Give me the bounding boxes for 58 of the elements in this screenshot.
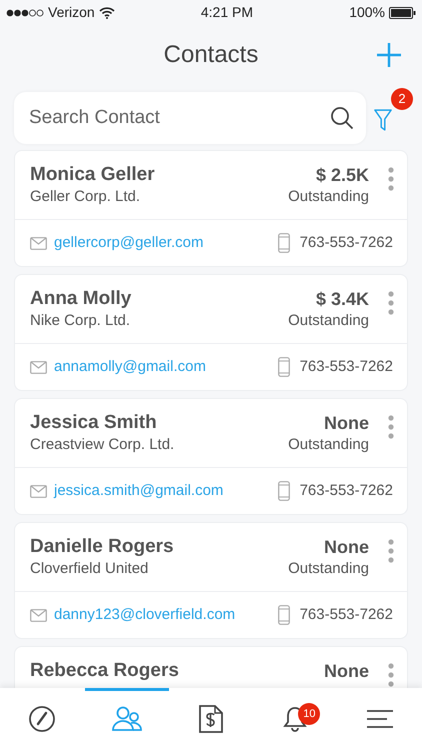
phone-number: 763-553-7262 [300, 604, 393, 625]
amount-status: Outstanding [288, 311, 369, 331]
menu-icon [366, 709, 394, 729]
mail-icon [30, 608, 47, 622]
page-title: Contacts [164, 40, 258, 70]
search-icon[interactable] [330, 106, 354, 130]
company-name: Cloverfield United [30, 559, 150, 579]
contact-name: Danielle Rogers [30, 535, 175, 559]
contact-name: Anna Molly [30, 287, 132, 311]
phone-icon [278, 481, 290, 501]
contact-card[interactable]: Danielle Rogers Cloverfield United None Outstanding danny123@cloverfield.com 763-553-7262 [14, 522, 408, 639]
more-options-icon[interactable] [387, 539, 395, 563]
outstanding-amount: None [324, 536, 369, 559]
amount-status: Outstanding [288, 435, 369, 455]
filter-icon[interactable] [374, 108, 392, 132]
outstanding-amount: None [324, 412, 369, 435]
search-bar[interactable]: Search Contact [14, 92, 366, 144]
outstanding-amount: None [324, 660, 369, 683]
wifi-icon [98, 6, 115, 18]
more-options-icon[interactable] [387, 415, 395, 439]
carrier-name: Verizon [48, 3, 95, 22]
mail-icon [30, 484, 47, 498]
contact-card[interactable]: Monica Geller Geller Corp. Ltd. $ 2.5K Outstanding gellercorp@geller.com 763-553-7262 [14, 150, 408, 267]
contact-card[interactable]: Rebecca Rogers None [14, 646, 408, 688]
outstanding-amount: $ 2.5K [316, 164, 369, 187]
battery-percentage: 100% [349, 3, 385, 22]
more-options-icon[interactable] [387, 167, 395, 191]
contact-name: Jessica Smith [30, 411, 158, 435]
battery-icon [389, 6, 416, 18]
signal-icon [6, 8, 44, 16]
amount-status: Outstanding [288, 559, 369, 579]
invoice-icon [198, 705, 223, 733]
phone-number: 763-553-7262 [300, 480, 393, 501]
company-name: Creastview Corp. Ltd. [30, 435, 176, 455]
mail-icon [30, 236, 47, 250]
contact-name: Monica Geller [30, 163, 156, 187]
notification-count-badge: 10 [298, 703, 320, 725]
more-options-icon[interactable] [387, 663, 395, 687]
search-field[interactable]: Search Contact [29, 104, 330, 132]
company-name: Geller Corp. Ltd. [30, 187, 142, 207]
clock-time: 4:21 PM [200, 3, 254, 22]
mail-icon [30, 360, 47, 374]
company-name: Nike Corp. Ltd. [30, 311, 132, 331]
amount-status: Outstanding [288, 187, 369, 207]
people-icon [112, 706, 142, 732]
phone-icon [278, 233, 290, 253]
phone-number: 763-553-7262 [300, 232, 393, 253]
phone-icon [278, 357, 290, 377]
add-icon[interactable] [376, 42, 402, 68]
phone-number: 763-553-7262 [300, 356, 393, 377]
contact-name: Rebecca Rogers [30, 659, 180, 683]
gauge-icon [28, 705, 56, 733]
contact-card[interactable]: Anna Molly Nike Corp. Ltd. $ 3.4K Outstanding annamolly@gmail.com 763-553-7262 [14, 274, 408, 391]
outstanding-amount: $ 3.4K [316, 288, 369, 311]
phone-icon [278, 605, 290, 625]
more-options-icon[interactable] [387, 291, 395, 315]
filter-count-badge: 2 [391, 88, 413, 110]
contact-card[interactable]: Jessica Smith Creastview Corp. Ltd. None Outstanding jessica.smith@gmail.com 763-553-7262 [14, 398, 408, 515]
